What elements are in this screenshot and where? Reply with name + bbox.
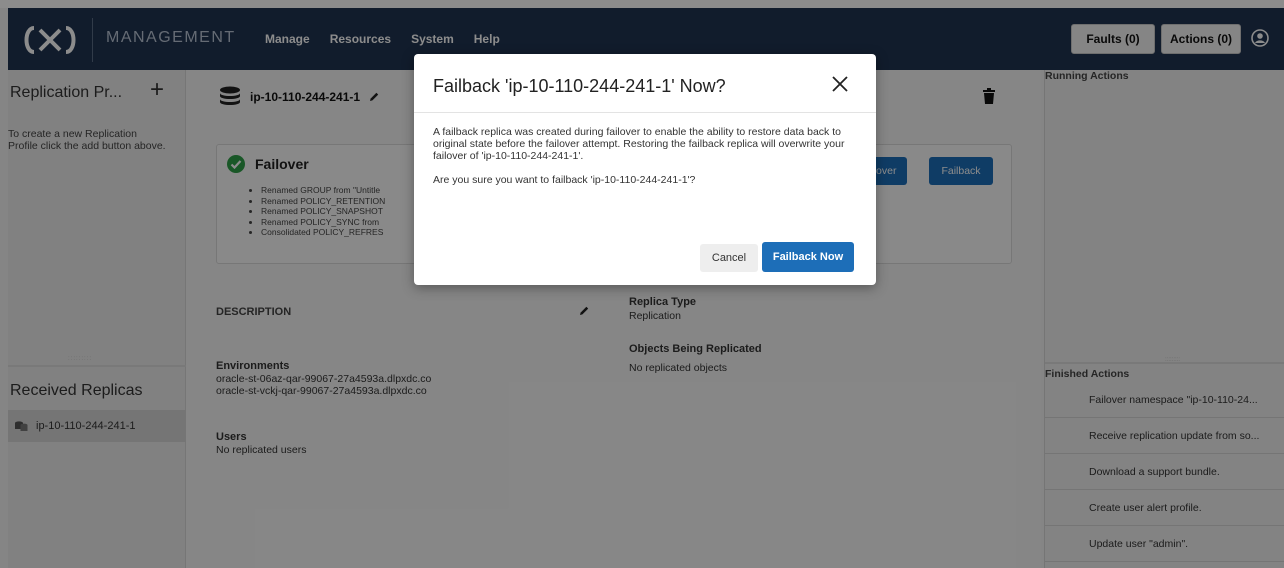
dialog-body: A failback replica was created during fa… xyxy=(433,126,861,186)
dialog-question: Are you sure you want to failback 'ip-10… xyxy=(433,174,696,186)
dialog-explanation: A failback replica was created during fa… xyxy=(433,126,845,162)
failback-now-button[interactable]: Failback Now xyxy=(762,242,854,272)
failback-dialog: Failback 'ip-10-110-244-241-1' Now? A fa… xyxy=(414,54,876,285)
cancel-button[interactable]: Cancel xyxy=(700,244,758,272)
dialog-divider xyxy=(414,112,876,113)
dialog-title: Failback 'ip-10-110-244-241-1' Now? xyxy=(433,76,726,96)
close-icon[interactable] xyxy=(829,73,851,95)
